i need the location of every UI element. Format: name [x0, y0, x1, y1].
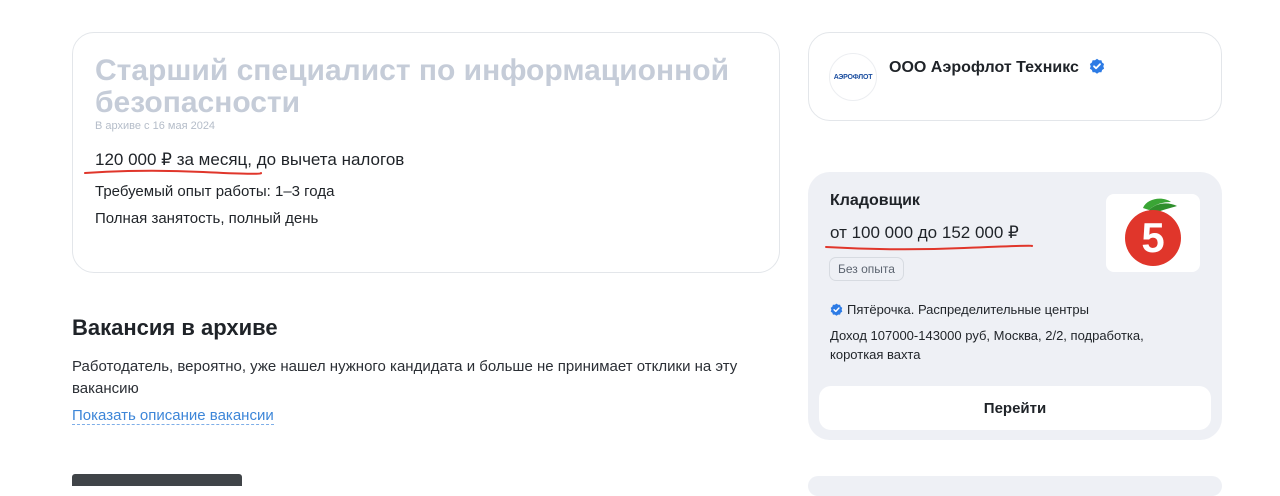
pyaterochka-logo-icon: 5 [1125, 198, 1181, 266]
go-button[interactable]: Перейти [819, 386, 1211, 430]
recommended-company[interactable]: Пятёрочка. Распределительные центры [847, 302, 1089, 317]
archived-date: В архиве с 16 мая 2024 [95, 120, 216, 132]
vacancy-experience: Требуемый опыт работы: 1–3 года [95, 183, 335, 200]
recommended-vacancy-card[interactable]: Кладовщик от 100 000 до 152 000 ₽ Без оп… [808, 172, 1222, 440]
recommended-title[interactable]: Кладовщик [830, 192, 920, 210]
employer-name-row: ООО Аэрофлот Техникс [889, 58, 1105, 77]
employer-card[interactable]: АЭРОФЛОТ ООО Аэрофлот Техникс [808, 32, 1222, 121]
vacancy-employment: Полная занятость, полный день [95, 210, 319, 227]
pyaterochka-logo: 5 [1106, 194, 1200, 272]
vacancy-card: Старший специалист по информационной без… [72, 32, 780, 273]
next-section-heading-cut [72, 474, 252, 486]
archive-text: Работодатель, вероятно, уже нашел нужног… [72, 358, 738, 397]
verified-check-icon [1090, 58, 1105, 74]
verified-check-icon [830, 303, 843, 316]
recommended-salary: от 100 000 до 152 000 ₽ [830, 223, 1019, 242]
employer-logo-text: АЭРОФЛОТ [833, 73, 873, 81]
employer-name[interactable]: ООО Аэрофлот Техникс [889, 59, 1079, 76]
no-experience-badge: Без опыта [829, 257, 904, 281]
vacancy-salary: 120 000 ₽ за месяц, до вычета налогов [95, 150, 405, 169]
pyaterochka-logo-text: 5 [1141, 214, 1164, 261]
show-description-link[interactable]: Показать описание вакансии [72, 407, 274, 425]
vacancy-title: Старший специалист по информационной без… [95, 54, 730, 119]
next-card-cut [808, 476, 1222, 496]
recommended-description: Доход 107000-143000 руб, Москва, 2/2, по… [830, 328, 1144, 362]
recommended-company-row: Пятёрочка. Распределительные центры [830, 302, 1089, 317]
recommended-salary-underline [825, 244, 1034, 251]
archive-heading: Вакансия в архиве [72, 315, 278, 340]
employer-logo: АЭРОФЛОТ [829, 53, 877, 101]
